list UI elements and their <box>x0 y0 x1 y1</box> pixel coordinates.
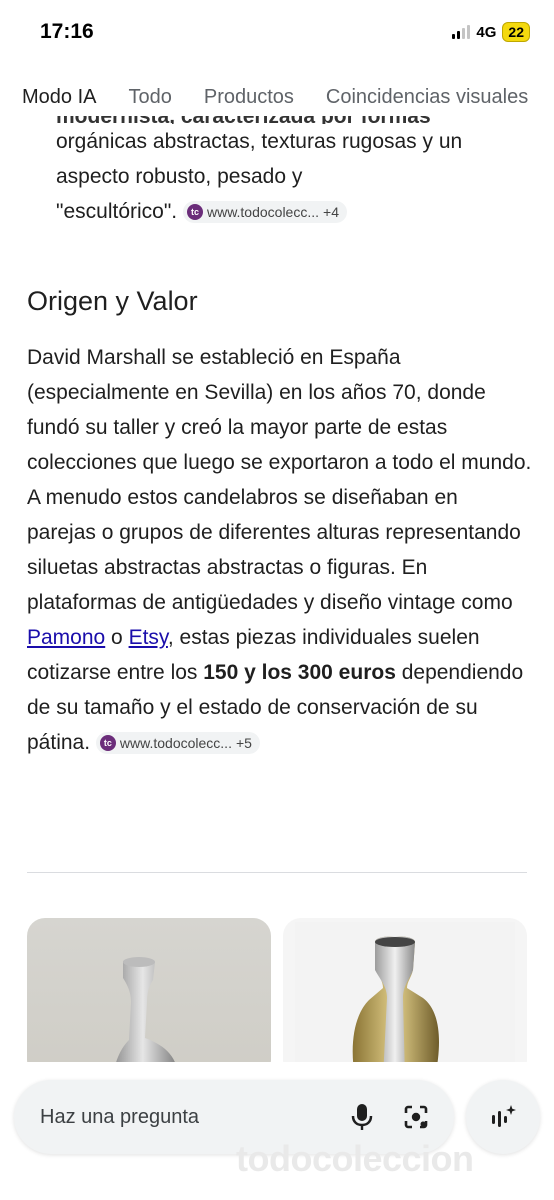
etsy-link[interactable]: Etsy <box>129 626 168 649</box>
source-chip[interactable]: tc www.todocolecc... +5 <box>95 732 260 755</box>
candlestick-image <box>295 922 515 1078</box>
signal-icon <box>452 25 471 39</box>
price-range: 150 y los 300 euros <box>203 661 396 684</box>
pamono-link[interactable]: Pamono <box>27 626 105 649</box>
todocoleccion-logo-icon: tc <box>186 204 203 221</box>
status-indicators: 4G 22 <box>452 22 530 42</box>
chip-extra: +4 <box>323 204 339 221</box>
watermark: todocoleccion <box>236 1138 474 1179</box>
source-chip[interactable]: tc www.todocolecc... +4 <box>182 201 347 224</box>
section-title: Origen y Valor <box>27 286 198 316</box>
bullet-continuation: modernista, caracterizada por formas org… <box>56 105 536 229</box>
bullet-line: "escultórico". tc www.todocolecc... +4 <box>56 194 536 229</box>
section-paragraph: David Marshall se estableció en España (… <box>27 340 532 760</box>
tab-modo-ia[interactable]: Modo IA <box>0 82 112 116</box>
tab-todo[interactable]: Todo <box>112 82 187 116</box>
live-mode-icon <box>492 1105 516 1127</box>
mic-icon[interactable] <box>346 1101 378 1133</box>
chip-site: www.todocolecc... <box>206 204 320 221</box>
divider <box>27 872 527 873</box>
chip-site: www.todocolecc... <box>119 735 232 752</box>
tab-coincidencias-visuales[interactable]: Coincidencias visuales <box>310 82 544 116</box>
ask-input[interactable]: Haz una pregunta <box>40 1106 346 1129</box>
search-tabs: Modo IA Todo Productos Coincidencias vis… <box>0 82 554 116</box>
paragraph-text: David Marshall se estableció en España (… <box>27 346 532 614</box>
status-bar: 17:16 4G 22 <box>0 0 554 66</box>
battery-indicator: 22 <box>502 22 530 42</box>
network-label: 4G <box>476 23 497 41</box>
result-image-2[interactable] <box>283 918 527 1078</box>
chip-extra: +5 <box>235 735 252 752</box>
bullet-line: aspecto robusto, pesado y <box>56 165 303 188</box>
todocoleccion-logo-icon: tc <box>99 735 116 752</box>
bullet-line-text: "escultórico". <box>56 200 178 223</box>
paragraph-text: o <box>105 626 129 649</box>
live-mode-button[interactable] <box>466 1080 540 1154</box>
lens-icon[interactable] <box>400 1101 432 1133</box>
candlestick-image <box>113 957 179 1078</box>
result-image-1[interactable] <box>27 918 271 1078</box>
status-time: 17:16 <box>40 20 94 43</box>
tab-productos[interactable]: Productos <box>188 82 310 116</box>
bullet-line: orgánicas abstractas, texturas rugosas y… <box>56 130 463 153</box>
